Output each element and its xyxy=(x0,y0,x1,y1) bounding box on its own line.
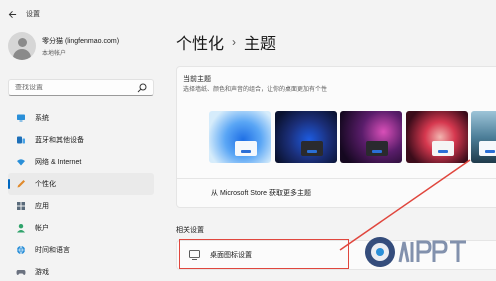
related-settings-title: 相关设置 xyxy=(176,227,204,234)
user-profile[interactable]: 零分猫 (lingfenmao.com) 本地帐户 xyxy=(8,32,119,60)
avatar xyxy=(8,32,36,60)
current-theme-title: 当前主题 xyxy=(183,76,211,83)
sidebar-item-label: 游戏 xyxy=(35,269,49,276)
sidebar-item-accounts[interactable]: 帐户 xyxy=(8,217,154,239)
theme-thumbnail[interactable] xyxy=(209,111,271,163)
search-icon[interactable] xyxy=(137,83,147,93)
back-button[interactable] xyxy=(0,0,24,28)
sidebar-item-personalization[interactable]: 个性化 xyxy=(8,173,154,195)
sidebar-item-label: 蓝牙和其他设备 xyxy=(35,137,84,144)
sidebar-item-gaming[interactable]: 游戏 xyxy=(8,261,154,281)
sidebar-item-bluetooth[interactable]: 蓝牙和其他设备 xyxy=(8,129,154,151)
sidebar: 零分猫 (lingfenmao.com) 本地帐户 系统 xyxy=(0,28,170,281)
globe-icon xyxy=(17,245,25,255)
breadcrumb: 个性化 › 主题 xyxy=(176,30,276,54)
app-title: 设置 xyxy=(26,11,40,18)
title-bar: 设置 xyxy=(0,0,170,28)
breadcrumb-parent[interactable]: 个性化 xyxy=(176,30,224,54)
search-input[interactable] xyxy=(15,84,137,91)
highlight-annotation xyxy=(179,239,349,269)
theme-thumbnail[interactable] xyxy=(471,111,496,163)
sidebar-item-label: 帐户 xyxy=(35,225,49,232)
sidebar-nav: 系统 蓝牙和其他设备 网络 & Internet 个性化 应用 帐户 时间和语言… xyxy=(8,107,154,281)
back-arrow-icon xyxy=(8,10,16,18)
profile-name: 零分猫 (lingfenmao.com) xyxy=(42,37,120,45)
monitor-icon xyxy=(17,114,25,122)
wifi-icon xyxy=(17,159,25,166)
gamepad-icon xyxy=(16,270,26,275)
sidebar-item-label: 系统 xyxy=(35,115,49,122)
watermark-logo xyxy=(365,237,466,267)
sidebar-item-label: 应用 xyxy=(35,203,49,210)
pen-icon xyxy=(17,180,25,188)
sidebar-item-label: 个性化 xyxy=(35,181,56,188)
current-theme-card: 当前主题 选择墙纸、颜色和声音的组合，让你的桌面更加有个性 从 Microsof… xyxy=(176,66,496,208)
sidebar-item-label: 时间和语言 xyxy=(35,247,70,254)
theme-thumbnail[interactable] xyxy=(340,111,402,163)
theme-thumbnail[interactable] xyxy=(405,111,468,163)
breadcrumb-separator: › xyxy=(232,35,237,49)
current-theme-description: 选择墙纸、颜色和声音的组合，让你的桌面更加有个性 xyxy=(183,87,328,93)
settings-window: 设置 零分猫 (lingfenmao.com) 本地帐户 查找设置 系统 蓝牙和… xyxy=(0,0,496,281)
page-title: 主题 xyxy=(244,36,277,53)
bluetooth-icon xyxy=(17,136,25,144)
search-box[interactable] xyxy=(8,79,154,96)
person-icon xyxy=(17,224,25,233)
sidebar-item-apps[interactable]: 应用 xyxy=(8,195,154,217)
store-themes-link[interactable]: 从 Microsoft Store 获取更多主题 xyxy=(211,188,311,198)
apps-icon xyxy=(17,202,25,210)
sidebar-item-label: 网络 & Internet xyxy=(35,159,82,166)
sidebar-item-time-language[interactable]: 时间和语言 xyxy=(8,239,154,261)
profile-account-type: 本地帐户 xyxy=(42,50,67,57)
sidebar-item-network[interactable]: 网络 & Internet xyxy=(8,151,154,173)
sidebar-item-system[interactable]: 系统 xyxy=(8,107,154,129)
theme-list xyxy=(209,111,496,163)
card-divider xyxy=(177,178,496,179)
theme-thumbnail[interactable] xyxy=(274,111,337,163)
